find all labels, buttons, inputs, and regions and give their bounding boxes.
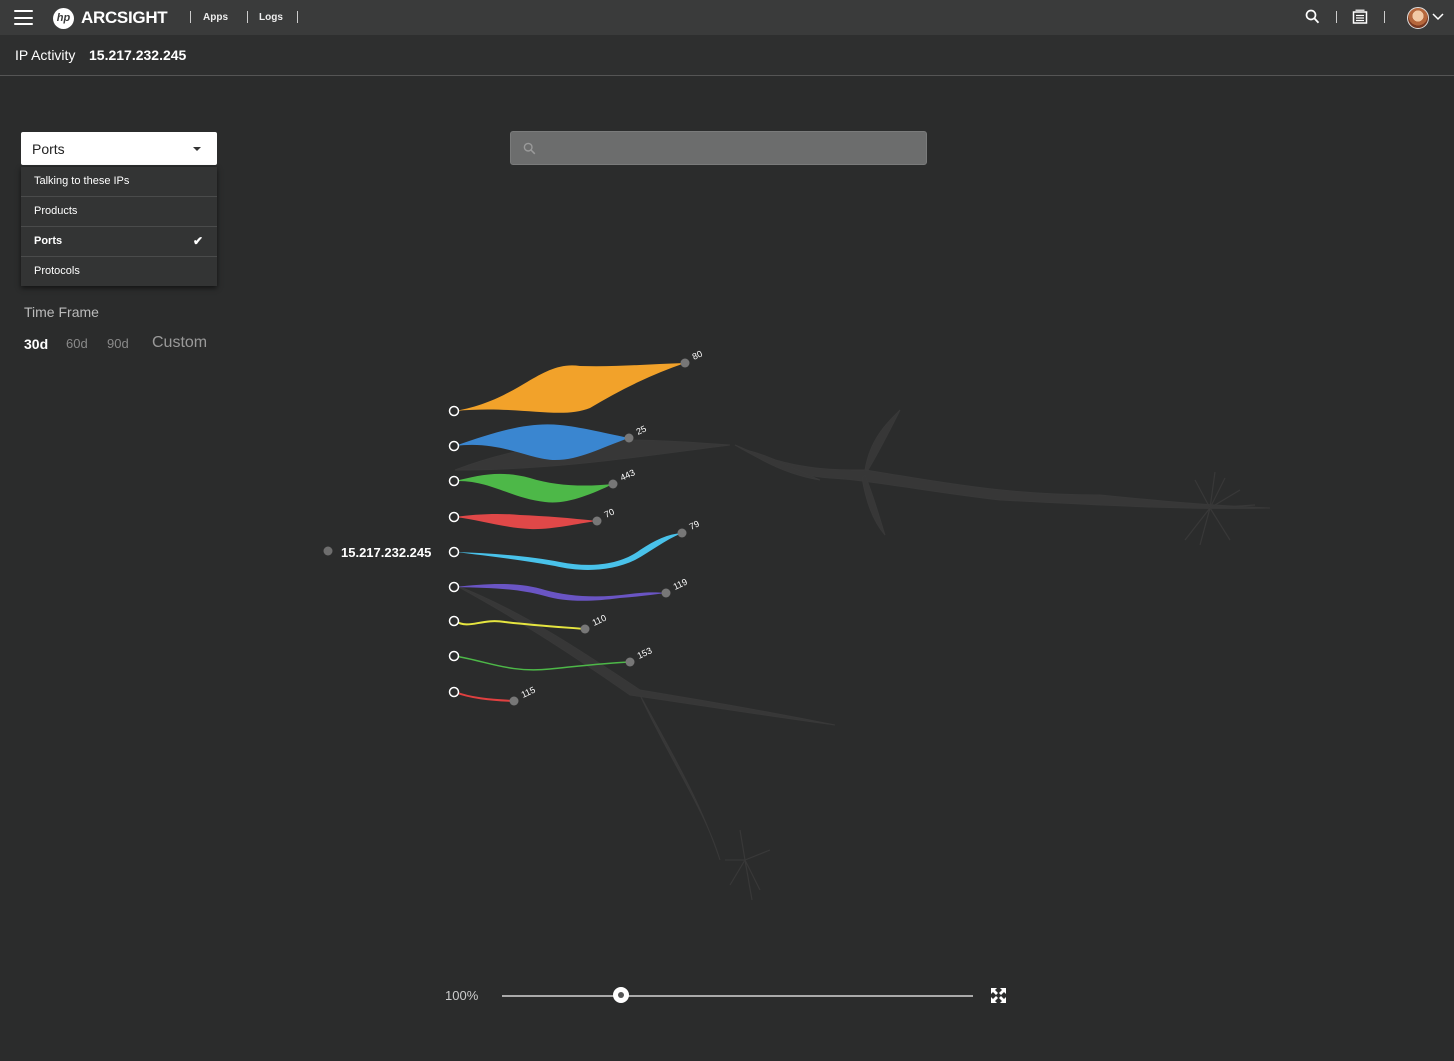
menu-item-label: Talking to these IPs bbox=[34, 175, 130, 187]
nav-logs-link[interactable]: Logs bbox=[259, 12, 283, 23]
source-node bbox=[323, 546, 333, 556]
zoom-slider-handle[interactable] bbox=[613, 987, 629, 1003]
user-avatar[interactable] bbox=[1407, 7, 1429, 29]
brand-name: ARCSIGHT bbox=[81, 8, 168, 27]
flow-start-node[interactable] bbox=[448, 650, 460, 662]
port-label: 153 bbox=[636, 645, 654, 660]
port-node-115[interactable] bbox=[509, 696, 519, 706]
page-ip: 15.217.232.245 bbox=[89, 47, 187, 63]
source-ip-label: 15.217.232.245 bbox=[341, 545, 431, 560]
menu-item-ports[interactable]: Ports ✔ bbox=[21, 227, 217, 257]
top-bar: hp ARCSIGHT Apps Logs bbox=[0, 0, 1454, 36]
search-box bbox=[510, 131, 927, 165]
menu-item-protocols[interactable]: Protocols bbox=[21, 257, 217, 286]
flow-start-node[interactable] bbox=[448, 581, 460, 593]
port-label: 443 bbox=[619, 467, 637, 482]
time-frame-title: Time Frame bbox=[24, 304, 99, 320]
port-node-443[interactable] bbox=[608, 479, 618, 489]
port-label: 80 bbox=[691, 349, 704, 362]
view-select-menu: Talking to these IPs Products Ports ✔ Pro… bbox=[21, 167, 217, 286]
nav-divider bbox=[1384, 11, 1385, 23]
flow-79 bbox=[455, 533, 682, 570]
nav-divider bbox=[297, 11, 298, 23]
flow-start-node[interactable] bbox=[448, 440, 460, 452]
flow-115 bbox=[454, 691, 515, 702]
time-frame-30d[interactable]: 30d bbox=[24, 336, 48, 352]
search-icon bbox=[523, 142, 536, 155]
inbox-icon[interactable] bbox=[1352, 9, 1368, 25]
hp-logo-icon: hp bbox=[53, 7, 74, 29]
port-node-79[interactable] bbox=[677, 528, 687, 538]
port-label: 115 bbox=[520, 685, 537, 700]
chevron-down-icon[interactable] bbox=[1432, 13, 1444, 21]
zoom-slider-track[interactable] bbox=[502, 995, 973, 997]
fit-to-screen-icon[interactable] bbox=[990, 987, 1007, 1004]
flow-70 bbox=[455, 513, 597, 530]
flow-start-node[interactable] bbox=[448, 686, 460, 698]
menu-item-products[interactable]: Products bbox=[21, 197, 217, 227]
flow-start-node[interactable] bbox=[448, 546, 460, 558]
port-label: 110 bbox=[591, 613, 608, 628]
caret-down-icon bbox=[193, 147, 201, 151]
menu-item-talking-to-ips[interactable]: Talking to these IPs bbox=[21, 167, 217, 197]
port-node-153[interactable] bbox=[625, 657, 635, 667]
page-header: IP Activity 15.217.232.245 bbox=[0, 35, 1454, 76]
port-label: 79 bbox=[688, 519, 701, 532]
nav-divider bbox=[247, 11, 248, 23]
port-node-110[interactable] bbox=[580, 624, 590, 634]
port-node-25[interactable] bbox=[624, 433, 634, 443]
time-frame-custom[interactable]: Custom bbox=[152, 334, 207, 352]
background-decoration bbox=[454, 409, 1271, 901]
flow-start-node[interactable] bbox=[448, 615, 460, 627]
time-frame-90d[interactable]: 90d bbox=[107, 336, 129, 351]
port-label: 70 bbox=[603, 507, 616, 520]
flow-80 bbox=[455, 363, 685, 413]
flow-start-node[interactable] bbox=[448, 405, 460, 417]
nav-divider bbox=[190, 11, 191, 23]
menu-item-label: Products bbox=[34, 205, 78, 217]
page-title: IP Activity bbox=[15, 47, 76, 63]
port-node-119[interactable] bbox=[661, 588, 671, 598]
nav-divider bbox=[1336, 11, 1337, 23]
flow-start-node[interactable] bbox=[448, 511, 460, 523]
nav-apps-link[interactable]: Apps bbox=[203, 12, 228, 23]
search-input[interactable] bbox=[545, 138, 919, 160]
search-icon[interactable] bbox=[1305, 9, 1320, 25]
menu-icon[interactable] bbox=[14, 10, 33, 25]
port-label: 25 bbox=[635, 424, 648, 437]
view-select-value: Ports bbox=[32, 141, 65, 157]
flow-start-node[interactable] bbox=[448, 475, 460, 487]
menu-item-label: Protocols bbox=[34, 265, 80, 277]
check-icon: ✔ bbox=[192, 234, 203, 248]
port-node-70[interactable] bbox=[592, 516, 602, 526]
app-logo[interactable]: hp ARCSIGHT bbox=[53, 6, 168, 30]
flow-443 bbox=[455, 473, 613, 503]
port-label: 119 bbox=[672, 577, 689, 592]
port-node-80[interactable] bbox=[680, 358, 690, 368]
zoom-level: 100% bbox=[445, 988, 479, 1003]
ip-activity-graph: 15.217.232.245 80 25 443 70 79 119 110 153 115 bbox=[323, 349, 1271, 901]
menu-item-label: Ports bbox=[34, 235, 63, 247]
view-select[interactable]: Ports bbox=[21, 132, 217, 165]
time-frame-60d[interactable]: 60d bbox=[66, 336, 88, 351]
